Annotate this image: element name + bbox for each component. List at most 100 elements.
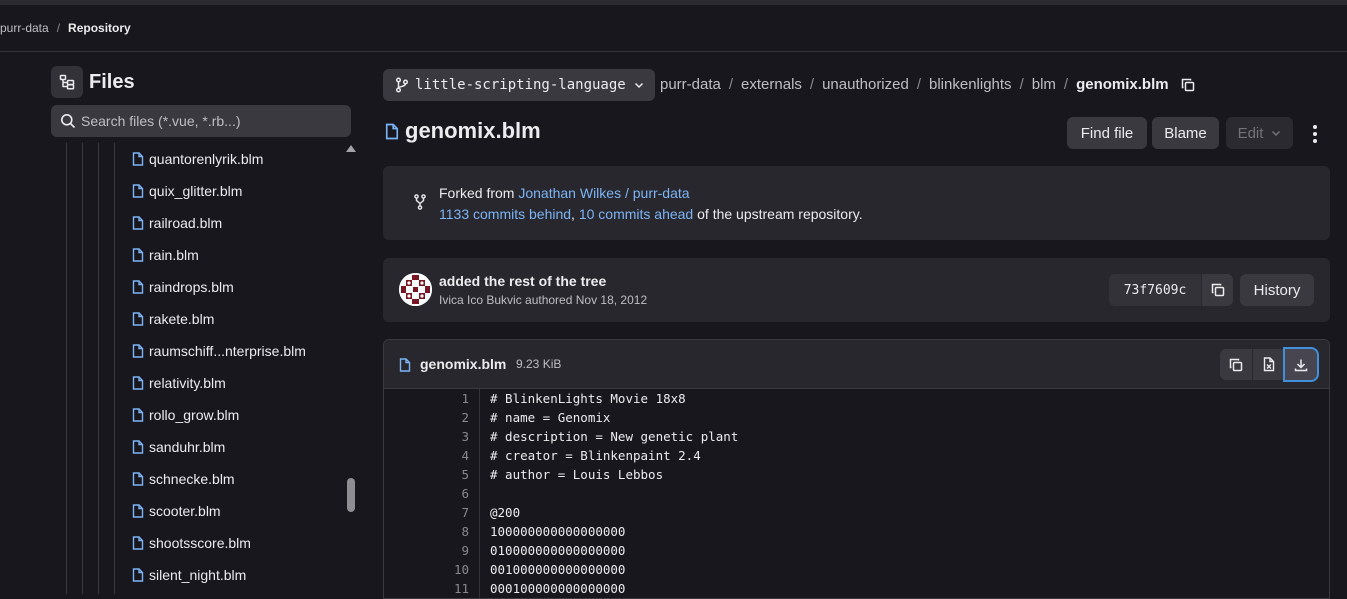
scrollbar-thumb[interactable] xyxy=(347,478,355,512)
code-view: 1 2 3 4 5 6 7 8 9 10 11 # BlinkenLights … xyxy=(384,389,1329,598)
avatar[interactable] xyxy=(399,273,432,306)
code-line: @200 xyxy=(490,505,521,520)
path-segment[interactable]: blm xyxy=(1032,76,1056,93)
code-line: 001000000000000000 xyxy=(490,562,626,577)
avatar-identicon xyxy=(399,273,432,306)
tree-file-item[interactable]: scooter.blm xyxy=(132,501,221,521)
breadcrumb-separator: / xyxy=(56,21,61,35)
file-tree-toggle-button[interactable] xyxy=(51,66,83,98)
breadcrumb-current[interactable]: Repository xyxy=(68,21,131,35)
line-number[interactable]: 3 xyxy=(384,427,479,446)
find-file-button[interactable]: Find file xyxy=(1067,117,1147,149)
file-icon xyxy=(132,536,144,550)
fork-divergence-line: 1133 commits behind, 10 commits ahead of… xyxy=(439,206,863,222)
tree-file-item[interactable]: silent_night.blm xyxy=(132,565,246,585)
search-files-input[interactable]: Search files (*.vue, *.rb...) xyxy=(51,105,351,137)
tree-file-item[interactable]: rakete.blm xyxy=(132,309,214,329)
copy-path-icon[interactable] xyxy=(1181,78,1195,92)
open-raw-button[interactable] xyxy=(1253,349,1285,380)
file-tree-sidebar: Files Search files (*.vue, *.rb...) quan… xyxy=(0,53,370,594)
copy-icon xyxy=(1211,283,1224,297)
tree-file-item[interactable]: relativity.blm xyxy=(132,373,226,393)
tree-file-item[interactable]: sanduhr.blm xyxy=(132,437,225,457)
code-line: 000100000000000000 xyxy=(490,581,626,596)
commits-ahead-link[interactable]: 10 commits ahead xyxy=(579,206,693,222)
path-separator: / xyxy=(809,76,815,93)
path-segment[interactable]: externals xyxy=(741,76,802,93)
raw-file-icon xyxy=(1263,357,1275,372)
fork-source-link[interactable]: Jonathan Wilkes / purr-data xyxy=(518,185,689,201)
code-line: # creator = Blinkenpaint 2.4 xyxy=(490,448,701,463)
file-name: raindrops.blm xyxy=(149,279,234,295)
file-icon xyxy=(132,376,144,390)
commit-meta: Ivica Ico Bukvic authored Nov 18, 2012 xyxy=(439,293,648,307)
line-number[interactable]: 2 xyxy=(384,408,479,427)
line-number[interactable]: 7 xyxy=(384,503,479,522)
tree-file-item[interactable]: rollo_grow.blm xyxy=(132,405,239,425)
path-segment[interactable]: unauthorized xyxy=(822,76,909,93)
fork-suffix: of the upstream repository. xyxy=(697,206,863,222)
line-number[interactable]: 4 xyxy=(384,446,479,465)
tree-file-item[interactable]: rain.blm xyxy=(132,245,199,265)
file-icon xyxy=(132,280,144,294)
edit-button[interactable]: Edit xyxy=(1226,117,1293,149)
tree-file-item[interactable]: raumschiff...nterprise.blm xyxy=(132,341,306,361)
copy-icon xyxy=(1229,358,1243,371)
branch-selector[interactable]: little-scripting-language xyxy=(383,69,655,101)
file-name: raumschiff...nterprise.blm xyxy=(149,343,306,359)
copy-contents-button[interactable] xyxy=(1220,349,1252,380)
file-icon xyxy=(132,504,144,518)
tree-file-item[interactable]: quix_glitter.blm xyxy=(132,181,242,201)
fork-source-line: Forked from Jonathan Wilkes / purr-data xyxy=(439,185,690,201)
path-separator: / xyxy=(1063,76,1069,93)
commit-sha[interactable]: 73f7609c xyxy=(1109,274,1201,306)
file-icon xyxy=(385,123,399,139)
file-name: sanduhr.blm xyxy=(149,439,226,455)
last-commit-panel: added the rest of the tree Ivica Ico Buk… xyxy=(383,258,1330,322)
divergence-comma: , xyxy=(571,206,575,222)
tree-file-item[interactable]: schnecke.blm xyxy=(132,469,235,489)
tree-file-item[interactable]: railroad.blm xyxy=(132,213,222,233)
tree-file-item[interactable]: shootsscore.blm xyxy=(132,533,251,553)
page-title: genomix.blm xyxy=(385,118,541,144)
blame-button[interactable]: Blame xyxy=(1152,117,1219,149)
file-name: shootsscore.blm xyxy=(149,535,251,551)
path-separator: / xyxy=(1019,76,1024,93)
chevron-down-icon xyxy=(1272,130,1281,137)
breadcrumb-project[interactable]: purr-data xyxy=(0,21,49,35)
file-icon xyxy=(132,344,144,358)
line-number[interactable]: 10 xyxy=(384,560,479,579)
line-number[interactable]: 8 xyxy=(384,522,479,541)
more-actions-icon[interactable] xyxy=(1309,125,1321,143)
history-button[interactable]: History xyxy=(1240,274,1314,306)
file-name: railroad.blm xyxy=(149,215,223,231)
path-separator: / xyxy=(728,76,734,93)
line-number[interactable]: 9 xyxy=(384,541,479,560)
line-number[interactable]: 5 xyxy=(384,465,479,484)
line-number[interactable]: 11 xyxy=(384,579,479,598)
commit-title[interactable]: added the rest of the tree xyxy=(439,273,606,289)
file-icon xyxy=(132,216,144,230)
download-button[interactable] xyxy=(1285,349,1317,380)
copy-sha-button[interactable] xyxy=(1202,274,1233,306)
branch-name: little-scripting-language xyxy=(415,77,626,93)
file-name: relativity.blm xyxy=(149,375,226,391)
breadcrumb: purr-data / Repository xyxy=(0,5,1347,52)
code-line: # name = Genomix xyxy=(490,410,611,425)
tree-file-item[interactable]: raindrops.blm xyxy=(132,277,234,297)
path-segment[interactable]: purr-data xyxy=(660,76,721,93)
code-line: 100000000000000000 xyxy=(490,524,626,539)
commits-behind-link[interactable]: 1133 commits behind xyxy=(439,206,571,222)
line-number[interactable]: 1 xyxy=(384,389,479,408)
scroll-up-arrow[interactable] xyxy=(346,145,356,152)
search-icon xyxy=(61,114,76,129)
file-icon xyxy=(132,440,144,454)
line-number[interactable]: 6 xyxy=(384,484,479,503)
edit-label: Edit xyxy=(1237,124,1264,142)
blob-viewer: genomix.blm 9.23 KiB 1 2 3 4 5 6 7 8 9 1… xyxy=(383,339,1330,599)
tree-file-item[interactable]: quantorenlyrik.blm xyxy=(132,149,263,169)
file-name: silent_night.blm xyxy=(149,567,247,583)
file-name: rollo_grow.blm xyxy=(149,407,240,423)
code-line: # BlinkenLights Movie 18x8 xyxy=(490,391,686,406)
path-segment[interactable]: blinkenlights xyxy=(929,76,1012,93)
